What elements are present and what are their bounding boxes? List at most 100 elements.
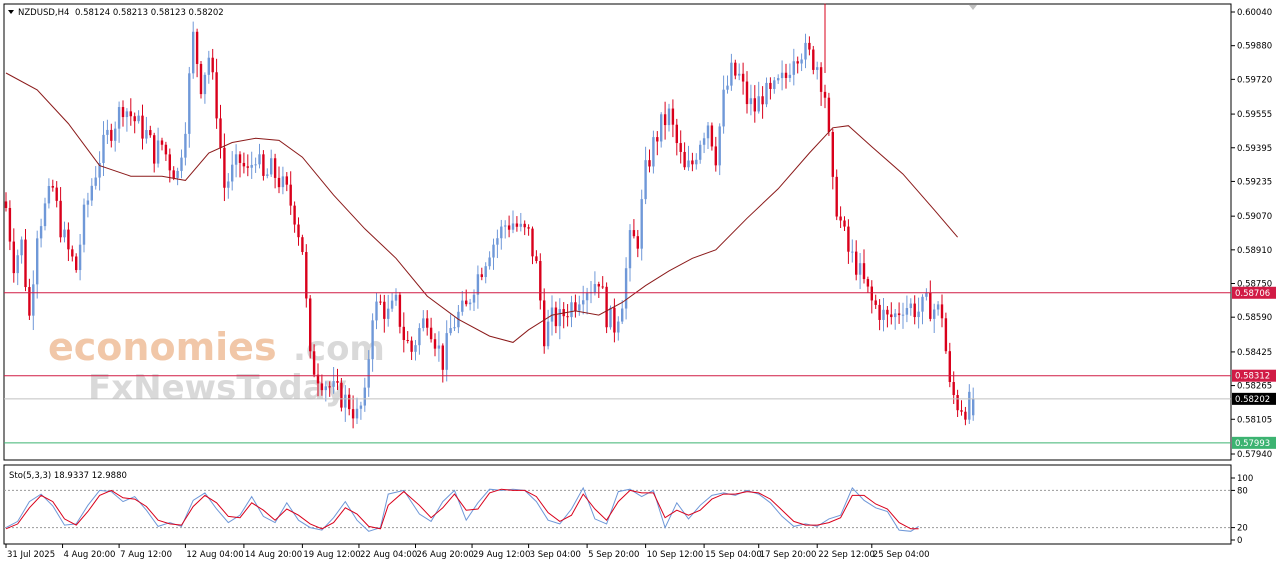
candle-body bbox=[195, 31, 199, 64]
candle-body bbox=[667, 108, 671, 126]
candle-body bbox=[687, 160, 690, 168]
candle-body bbox=[878, 304, 881, 320]
candle-body bbox=[289, 184, 292, 206]
candle-body bbox=[543, 300, 546, 347]
candle-body bbox=[192, 31, 195, 74]
candle-body bbox=[172, 170, 175, 178]
resistance-price-label: 0.58706 bbox=[1235, 289, 1270, 299]
stochastic-y-tick-label: 20 bbox=[1237, 524, 1248, 534]
candle-body bbox=[453, 327, 456, 329]
candle-body bbox=[847, 226, 850, 252]
candle-body bbox=[796, 61, 799, 64]
candle-body bbox=[12, 241, 15, 274]
candle-body bbox=[933, 309, 936, 319]
candle-body bbox=[968, 391, 971, 420]
candle-body bbox=[972, 398, 975, 416]
candle-body bbox=[301, 237, 304, 253]
candle-body bbox=[866, 279, 870, 287]
candle-body bbox=[137, 115, 140, 122]
candle bbox=[710, 122, 714, 151]
candle-body bbox=[219, 118, 222, 148]
candle-body bbox=[277, 177, 281, 188]
candle-body bbox=[351, 409, 355, 419]
candle-body bbox=[270, 158, 273, 175]
candle-body bbox=[254, 164, 257, 166]
candle-body bbox=[36, 238, 39, 285]
candle-body bbox=[710, 125, 714, 147]
candle-body bbox=[234, 154, 238, 165]
candle bbox=[301, 234, 304, 255]
candle-body bbox=[437, 345, 441, 349]
candle-body bbox=[145, 130, 148, 139]
candle-body bbox=[188, 73, 191, 134]
candle-body bbox=[753, 98, 756, 112]
x-tick-label: 12 Aug 04:00 bbox=[186, 550, 243, 560]
candle-body bbox=[480, 274, 483, 278]
candle-body bbox=[184, 133, 187, 158]
candle-body bbox=[4, 201, 8, 208]
stochastic-y-tick-label: 0 bbox=[1237, 536, 1242, 546]
candle-body bbox=[293, 205, 296, 225]
candle-body bbox=[734, 62, 737, 76]
candle-body bbox=[671, 108, 675, 125]
x-tick-label: 29 Aug 12:00 bbox=[473, 550, 530, 560]
stochastic-panel-frame bbox=[3, 464, 1232, 545]
candle-body bbox=[492, 244, 495, 258]
candle-body bbox=[890, 314, 893, 318]
candle-body bbox=[371, 320, 374, 360]
x-tick-label: 25 Sep 04:00 bbox=[873, 550, 930, 560]
trading-chart[interactable]: economies .com FxNewsToday NZDUSD,H4 0.5… bbox=[0, 0, 1280, 567]
candle bbox=[827, 92, 831, 136]
candle-body bbox=[496, 238, 499, 245]
candle-body bbox=[426, 318, 429, 328]
candle-body bbox=[831, 131, 834, 177]
candle-body bbox=[839, 216, 842, 221]
stochastic-title: Sto(5,3,3) 18.9337 12.9880 bbox=[9, 471, 127, 481]
candle-body bbox=[808, 42, 811, 50]
candle-body bbox=[816, 67, 819, 70]
y-tick-label: 0.58425 bbox=[1237, 348, 1272, 358]
candle-body bbox=[578, 304, 581, 311]
candle-body bbox=[90, 185, 93, 201]
candle-body bbox=[780, 72, 784, 79]
candle-body bbox=[749, 98, 753, 105]
candle-body bbox=[944, 318, 948, 352]
candle-body bbox=[827, 97, 831, 132]
candle-body bbox=[468, 302, 472, 305]
candle-body bbox=[948, 351, 951, 383]
candle-body bbox=[102, 134, 105, 164]
candle-body bbox=[738, 73, 741, 76]
candle-body bbox=[784, 72, 788, 78]
candle-body bbox=[675, 124, 678, 144]
candle-body bbox=[539, 260, 542, 301]
stochastic-y-tick-label: 100 bbox=[1237, 474, 1253, 484]
candle-body bbox=[242, 162, 246, 167]
candle-body bbox=[43, 203, 47, 227]
candle-body bbox=[609, 307, 612, 328]
x-tick-label: 22 Aug 04:00 bbox=[360, 550, 417, 560]
candle-body bbox=[679, 143, 682, 152]
candle-body bbox=[363, 387, 366, 406]
candle-body bbox=[312, 351, 316, 375]
candle-body bbox=[445, 333, 448, 370]
candle-body bbox=[761, 96, 764, 105]
candle-body bbox=[656, 137, 659, 142]
watermark-brand: economies bbox=[48, 325, 277, 369]
candle-body bbox=[246, 166, 249, 168]
candle-body bbox=[106, 129, 109, 135]
y-tick-label: 0.58910 bbox=[1237, 246, 1272, 256]
candle-body bbox=[792, 61, 795, 75]
candle-body bbox=[897, 313, 901, 316]
watermark-sub: FxNewsToday bbox=[88, 368, 347, 408]
candle-body bbox=[531, 228, 534, 257]
candle-body bbox=[472, 294, 476, 303]
candle-body bbox=[960, 410, 963, 412]
candle-body bbox=[870, 286, 873, 301]
candle-body bbox=[691, 160, 694, 165]
candle-body bbox=[406, 340, 409, 342]
candle-body bbox=[940, 304, 944, 319]
candle-body bbox=[355, 408, 359, 419]
candle-body bbox=[730, 62, 733, 86]
candle-body bbox=[344, 394, 347, 408]
candle-body bbox=[309, 298, 312, 352]
